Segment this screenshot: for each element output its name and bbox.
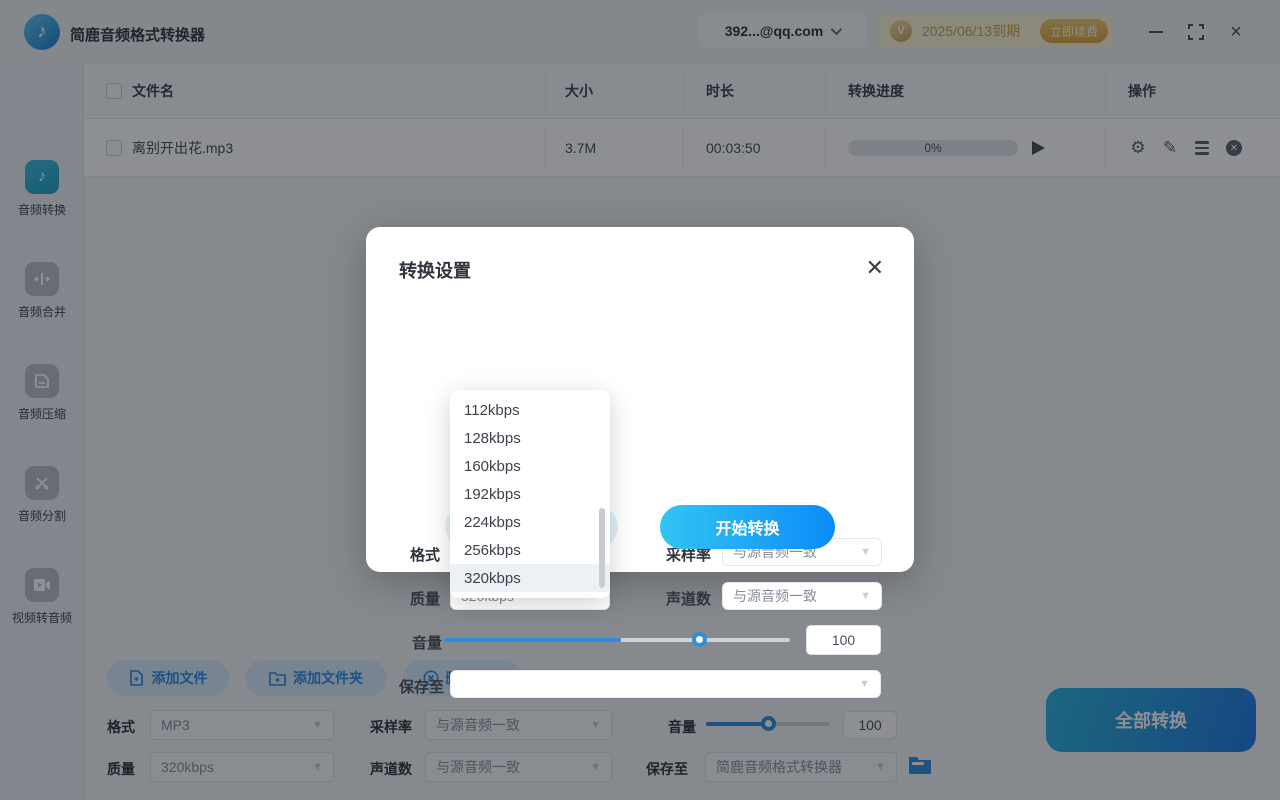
modal-quality-label: 质量 (410, 591, 441, 608)
modal-format-label: 格式 (410, 547, 441, 564)
dropdown-option[interactable]: 224kbps (450, 508, 610, 536)
quality-dropdown-list: 112kbps 128kbps 160kbps 192kbps 224kbps … (450, 390, 610, 598)
dropdown-option[interactable]: 256kbps (450, 536, 610, 564)
dropdown-option-selected[interactable]: 320kbps (450, 564, 610, 592)
dropdown-option[interactable]: 192kbps (450, 480, 610, 508)
modal-channels-value: 与源音频一致 (733, 588, 817, 604)
modal-volume-slider[interactable] (444, 632, 790, 647)
modal-volume-input[interactable]: 100 (806, 625, 881, 655)
modal-channels-label: 声道数 (666, 591, 712, 608)
dropdown-option[interactable]: 112kbps (450, 396, 610, 424)
dropdown-arrow-icon: ▼ (859, 678, 870, 690)
modal-channels-select[interactable]: 与源音频一致 ▼ (722, 582, 882, 610)
start-conversion-button[interactable]: 开始转换 (660, 505, 835, 549)
slider-handle[interactable] (692, 632, 707, 647)
dropdown-option[interactable]: 128kbps (450, 424, 610, 452)
dropdown-arrow-icon: ▼ (860, 590, 871, 602)
dropdown-option[interactable]: 160kbps (450, 452, 610, 480)
dropdown-scrollbar[interactable] (599, 508, 605, 588)
dialog-close-button[interactable]: ✕ (866, 255, 884, 281)
modal-save-select[interactable]: ▼ (450, 670, 881, 698)
dropdown-arrow-icon: ▼ (860, 546, 871, 558)
modal-save-label: 保存至 (399, 679, 445, 696)
conversion-settings-dialog: 转换设置 ✕ 格式 MP3▼ 采样率 与源音频一致▼ 质量 320kbps▼ 声… (366, 227, 914, 698)
app-window: ♪ 简鹿音频格式转换器 392...@qq.com V 2025/06/13到期… (0, 0, 1280, 800)
dialog-title: 转换设置 (399, 261, 471, 281)
modal-volume-label: 音量 (412, 635, 443, 652)
